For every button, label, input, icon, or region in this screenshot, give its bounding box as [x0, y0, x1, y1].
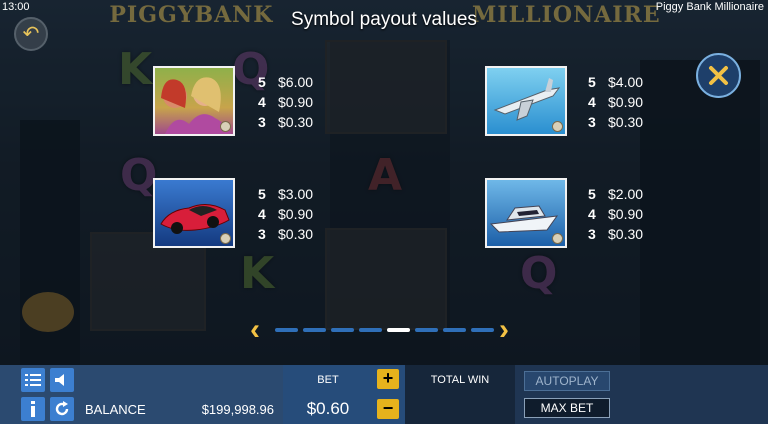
- info-icon: [31, 401, 35, 417]
- sound-button[interactable]: [50, 368, 74, 392]
- payout-table-jet: 5 $4.00 4 $0.90 3 $0.30: [588, 74, 644, 130]
- bet-value: $0.60: [306, 399, 350, 418]
- payout-table-sports-car: 5 $3.00 4 $0.90 3 $0.30: [258, 186, 314, 242]
- page-title: Symbol payout values: [291, 9, 477, 30]
- page-dot[interactable]: [275, 328, 298, 332]
- payout-table-girls: 5 $6.00 4 $0.90 3 $0.30: [258, 74, 314, 130]
- page-dot[interactable]: [303, 328, 326, 332]
- autoplay-button[interactable]: AUTOPLAY: [524, 371, 610, 391]
- symbol-sports-car-image: [153, 178, 235, 248]
- overlay: [0, 0, 768, 365]
- payout-table-yacht: 5 $2.00 4 $0.90 3 $0.30: [588, 186, 644, 242]
- page-dot[interactable]: [331, 328, 354, 332]
- chevron-right-icon: ›: [499, 313, 509, 346]
- close-button[interactable]: [696, 53, 741, 98]
- page-dot[interactable]: [471, 328, 494, 332]
- bet-label: BET: [317, 374, 339, 386]
- balance-label: BALANCE: [85, 402, 146, 417]
- bet-decrease-button[interactable]: −: [377, 399, 399, 419]
- game-background: K Q Q A K Q: [0, 0, 768, 365]
- total-win-label: TOTAL WIN: [430, 374, 490, 386]
- page-indicator: [275, 328, 494, 332]
- next-page-button[interactable]: ›: [499, 315, 509, 345]
- symbol-yacht-image: [485, 178, 567, 248]
- close-icon: [709, 66, 728, 85]
- page-dot[interactable]: [359, 328, 382, 332]
- bet-increase-button[interactable]: +: [377, 369, 399, 389]
- chevron-left-icon: ‹: [250, 313, 260, 346]
- page-dot[interactable]: [387, 328, 410, 332]
- refresh-icon: [55, 401, 69, 416]
- symbol-jet-image: [485, 66, 567, 136]
- page-dot[interactable]: [415, 328, 438, 332]
- balance-value: $199,998.96: [201, 402, 274, 417]
- refresh-button[interactable]: [50, 397, 74, 421]
- symbol-girls-image: [153, 66, 235, 136]
- sound-icon: [55, 374, 64, 386]
- menu-icon: [25, 374, 41, 386]
- menu-button[interactable]: [21, 368, 45, 392]
- prev-page-button[interactable]: ‹: [250, 315, 260, 345]
- page-dot[interactable]: [443, 328, 466, 332]
- max-bet-button[interactable]: MAX BET: [524, 398, 610, 418]
- info-button[interactable]: [21, 397, 45, 421]
